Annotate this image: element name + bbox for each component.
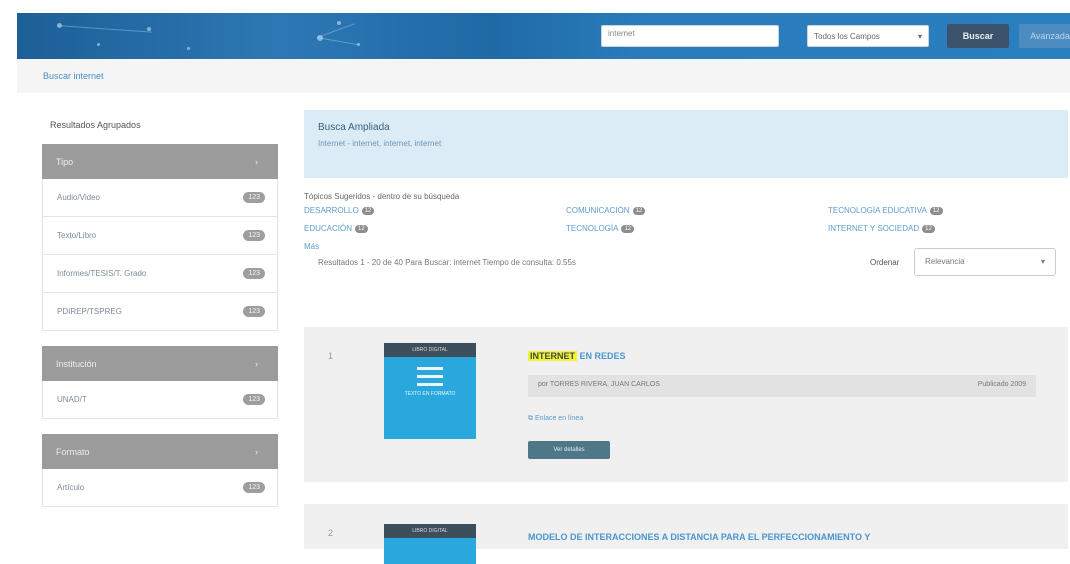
- facet-sidebar: Resultados Agrupados Tipo › Audio/Video …: [42, 110, 278, 522]
- facet-header[interactable]: Tipo ›: [42, 144, 278, 179]
- topic-more-link[interactable]: Más: [304, 242, 319, 251]
- chevron-right-icon: ›: [255, 358, 258, 369]
- count-badge: 12: [632, 206, 646, 215]
- topic-link[interactable]: DESARROLLO 12: [304, 206, 375, 215]
- result-author[interactable]: por TORRES RIVERA, JUAN CARLOS: [538, 381, 660, 391]
- facet-group-tipo: Tipo › Audio/Video 123 Texto/Libro 123 I…: [42, 144, 278, 331]
- count-badge: 123: [243, 268, 265, 279]
- topic-label: INTERNET Y SOCIEDAD: [828, 224, 920, 233]
- facet-header-label: Formato: [56, 446, 90, 457]
- alert-link[interactable]: Internet - internet, internet, internet: [318, 139, 1054, 148]
- facet-header[interactable]: Formato ›: [42, 434, 278, 469]
- result-item: 1 LIBRO DIGITAL TEXTO EN FORMATO INTERNE…: [304, 327, 1068, 482]
- topic-label: TECNOLOGÍA EDUCATIVA: [828, 206, 927, 215]
- sidebar-title: Resultados Agrupados: [50, 120, 141, 130]
- result-title-link[interactable]: MODELO DE INTERACCIONES A DISTANCIA PARA…: [528, 532, 870, 542]
- count-badge: 12: [929, 206, 943, 215]
- facet-item[interactable]: UNAD/T 123: [42, 381, 278, 419]
- cover-label: LIBRO DIGITAL: [384, 343, 476, 357]
- topic-link[interactable]: COMUNICACIÓN 12: [566, 206, 646, 215]
- topic-label: DESARROLLO: [304, 206, 359, 215]
- highlight-term: INTERNET: [528, 351, 577, 361]
- sort-select-value: Relevancia: [925, 257, 965, 266]
- facet-item-label: Artículo: [57, 483, 85, 492]
- facet-group-formato: Formato › Artículo 123: [42, 434, 278, 507]
- count-badge: 123: [243, 394, 265, 405]
- cover-text: TEXTO EN FORMATO: [404, 391, 456, 397]
- facet-header-label: Tipo: [56, 156, 74, 167]
- topic-link[interactable]: INTERNET Y SOCIEDAD 12: [828, 224, 935, 233]
- book-cover-icon[interactable]: LIBRO DIGITAL: [384, 524, 476, 564]
- count-badge: 123: [243, 306, 265, 317]
- topic-link[interactable]: EDUCACIÓN 12: [304, 224, 368, 233]
- online-access-link[interactable]: ⧉ Enlace en línea: [528, 415, 583, 423]
- chevron-down-icon: ▾: [917, 31, 922, 41]
- chevron-right-icon: ›: [255, 446, 258, 457]
- online-access-label: Enlace en línea: [534, 415, 584, 422]
- result-number: 1: [328, 351, 334, 361]
- result-title-rest: EN REDES: [579, 351, 626, 361]
- cover-label: LIBRO DIGITAL: [384, 524, 476, 538]
- result-item: 2 LIBRO DIGITAL MODELO DE INTERACCIONES …: [304, 504, 1068, 564]
- expanded-search-alert: Busca Ampliada Internet - internet, inte…: [304, 110, 1068, 178]
- count-badge: 12: [621, 224, 635, 233]
- count-badge: 12: [355, 224, 368, 233]
- facet-item-label: UNAD/T: [57, 395, 87, 404]
- facet-header-label: Institución: [56, 358, 97, 369]
- result-number: 2: [328, 528, 334, 538]
- sort-label: Ordenar: [870, 258, 900, 267]
- result-title-rest: MODELO DE INTERACCIONES A DISTANCIA PARA…: [528, 532, 871, 542]
- count-badge: 12: [361, 206, 375, 215]
- advanced-search-button[interactable]: Avanzada: [1019, 24, 1070, 48]
- topic-label: TECNOLOGÍA: [566, 224, 619, 233]
- result-date: Publicado 2009: [977, 381, 1026, 388]
- facet-item-label: Texto/Libro: [57, 231, 97, 240]
- result-meta: por TORRES RIVERA, JUAN CARLOS Publicado…: [528, 375, 1036, 397]
- breadcrumb: Buscar internet: [17, 59, 1070, 93]
- scope-select[interactable]: Todos los Campos ▾: [807, 25, 929, 47]
- facet-item-label: Audio/Video: [57, 193, 100, 202]
- topic-label: EDUCACIÓN: [304, 224, 353, 233]
- topic-label: COMUNICACIÓN: [566, 206, 630, 215]
- count-badge: 123: [243, 482, 265, 493]
- result-title-link[interactable]: INTERNET EN REDES: [528, 351, 626, 361]
- count-badge: 123: [243, 192, 265, 203]
- book-cover-icon[interactable]: LIBRO DIGITAL TEXTO EN FORMATO: [384, 343, 476, 439]
- results-summary: Resultados 1 - 20 de 40 Para Buscar: int…: [318, 258, 576, 267]
- scope-select-value: Todos los Campos: [814, 31, 880, 41]
- facet-group-institucion: Institución › UNAD/T 123: [42, 346, 278, 419]
- header-banner: internet Todos los Campos ▾ Buscar Avanz…: [17, 13, 1070, 59]
- topic-link[interactable]: TECNOLOGÍA 12: [566, 224, 635, 233]
- count-badge: 123: [243, 230, 265, 241]
- breadcrumb-link[interactable]: Buscar internet: [43, 71, 104, 81]
- facet-item-label: Informes/TESIS/T. Grado: [57, 269, 147, 278]
- link-icon: ⧉: [528, 415, 533, 422]
- facet-item[interactable]: PDIREP/TSPREG 123: [42, 293, 278, 331]
- facet-item[interactable]: Informes/TESIS/T. Grado 123: [42, 255, 278, 293]
- main-content: Busca Ampliada Internet - internet, inte…: [304, 110, 1068, 280]
- topics-label: Tópicos Sugeridos - dentro de su búsqued…: [304, 192, 460, 201]
- details-button[interactable]: Ver detalles: [528, 441, 610, 459]
- facet-item-label: PDIREP/TSPREG: [57, 307, 122, 316]
- facet-item[interactable]: Artículo 123: [42, 469, 278, 507]
- facet-item[interactable]: Audio/Video 123: [42, 179, 278, 217]
- chevron-right-icon: ›: [255, 156, 258, 167]
- count-badge: 12: [922, 224, 935, 233]
- suggested-topics: Tópicos Sugeridos - dentro de su búsqued…: [304, 192, 1068, 280]
- search-button[interactable]: Buscar: [947, 24, 1009, 48]
- chevron-down-icon: ▾: [1040, 257, 1045, 266]
- topic-link[interactable]: TECNOLOGÍA EDUCATIVA 12: [828, 206, 943, 215]
- search-input[interactable]: internet: [601, 25, 779, 47]
- facet-item[interactable]: Texto/Libro 123: [42, 217, 278, 255]
- alert-title: Busca Ampliada: [318, 122, 390, 133]
- sort-select[interactable]: Relevancia ▾: [914, 248, 1056, 276]
- topic-label: Más: [304, 242, 320, 251]
- facet-header[interactable]: Institución ›: [42, 346, 278, 381]
